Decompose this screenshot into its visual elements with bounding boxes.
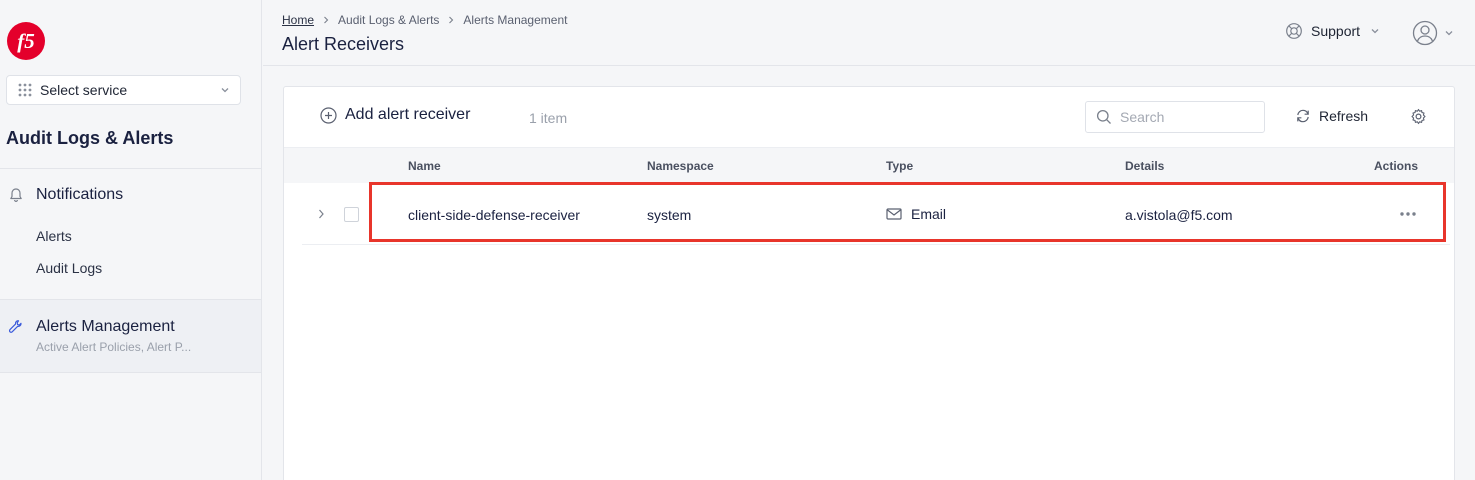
cell-name[interactable]: client-side-defense-receiver: [408, 207, 580, 223]
refresh-label: Refresh: [1319, 108, 1369, 124]
row-checkbox[interactable]: [344, 207, 359, 222]
item-count: 1 item: [529, 110, 568, 126]
app-root: f5 Select service Audit Logs & Alerts No…: [0, 0, 1475, 480]
cell-type-label: Email: [911, 206, 947, 222]
sidebar-item-audit-logs[interactable]: Audit Logs: [36, 260, 102, 276]
column-header-details[interactable]: Details: [1125, 159, 1164, 173]
support-label: Support: [1311, 23, 1361, 39]
top-header: Home Audit Logs & Alerts Alerts Manageme…: [263, 0, 1475, 66]
plus-circle-icon: [320, 106, 337, 124]
more-horizontal-icon[interactable]: [1398, 209, 1418, 219]
chevron-right-icon: [449, 16, 454, 24]
sidebar: f5 Select service Audit Logs & Alerts No…: [0, 0, 262, 480]
support-menu[interactable]: Support: [1285, 22, 1380, 40]
service-select[interactable]: Select service: [6, 75, 241, 105]
bell-icon: [10, 188, 22, 202]
add-alert-receiver-button[interactable]: Add alert receiver: [320, 106, 470, 124]
add-alert-receiver-label: Add alert receiver: [345, 106, 471, 123]
column-header-actions: Actions: [1374, 159, 1419, 173]
column-header-type[interactable]: Type: [886, 159, 913, 173]
gear-icon[interactable]: [1410, 108, 1427, 125]
chevron-down-icon: [221, 88, 229, 93]
sidebar-group-alerts-management[interactable]: Alerts Management: [8, 318, 175, 336]
sidebar-item-subtitle: Active Alert Policies, Alert P...: [36, 340, 192, 354]
breadcrumb-home[interactable]: Home: [282, 13, 314, 27]
refresh-icon: [1297, 109, 1309, 123]
cell-type: Email: [886, 206, 946, 222]
search-box: [1085, 101, 1265, 133]
table-row[interactable]: client-side-defense-receiver system Emai…: [302, 183, 1450, 245]
chevron-down-icon: [1445, 31, 1453, 36]
user-menu[interactable]: [1412, 20, 1454, 46]
sidebar-item-alerts-management[interactable]: [0, 300, 261, 372]
breadcrumb-alerts-management[interactable]: Alerts Management: [463, 13, 567, 27]
table-toolbar: Add alert receiver 1 item Refresh: [284, 87, 1454, 147]
column-header-name[interactable]: Name: [408, 159, 441, 173]
search-input[interactable]: [1120, 109, 1250, 125]
f5-logo[interactable]: f5: [6, 21, 46, 61]
sidebar-item-alerts[interactable]: Alerts: [36, 228, 72, 244]
cell-namespace: system: [647, 207, 692, 223]
lifebuoy-icon: [1286, 23, 1302, 39]
wrench-icon: [8, 320, 22, 333]
sidebar-divider: [0, 168, 262, 169]
chevron-right-icon[interactable]: [316, 208, 326, 220]
envelope-icon: [886, 208, 902, 220]
sidebar-group-label: Notifications: [36, 186, 124, 203]
svg-text:f5: f5: [17, 29, 35, 53]
page-title: Alert Receivers: [282, 34, 405, 54]
sidebar-title: Audit Logs & Alerts: [6, 128, 174, 148]
cell-details: a.vistola@f5.com: [1125, 207, 1233, 223]
column-header-namespace[interactable]: Namespace: [647, 159, 714, 173]
alert-receivers-panel: Add alert receiver 1 item Refresh: [283, 86, 1455, 480]
chevron-down-icon: [1371, 29, 1379, 34]
user-avatar-icon: [1412, 20, 1438, 46]
sidebar-group-label: Alerts Management: [36, 318, 175, 335]
sidebar-group-notifications[interactable]: Notifications: [8, 186, 123, 204]
chevron-right-icon: [324, 16, 329, 24]
table-header: Name Namespace Type Details Actions: [284, 147, 1454, 183]
service-select-label: Select service: [40, 82, 128, 98]
sidebar-divider: [0, 372, 262, 373]
grid-icon: [18, 83, 32, 97]
breadcrumb-audit-logs-alerts[interactable]: Audit Logs & Alerts: [338, 13, 439, 27]
refresh-button[interactable]: Refresh: [1295, 108, 1368, 124]
search-icon: [1096, 109, 1111, 124]
breadcrumb: Home Audit Logs & Alerts Alerts Manageme…: [282, 13, 567, 27]
